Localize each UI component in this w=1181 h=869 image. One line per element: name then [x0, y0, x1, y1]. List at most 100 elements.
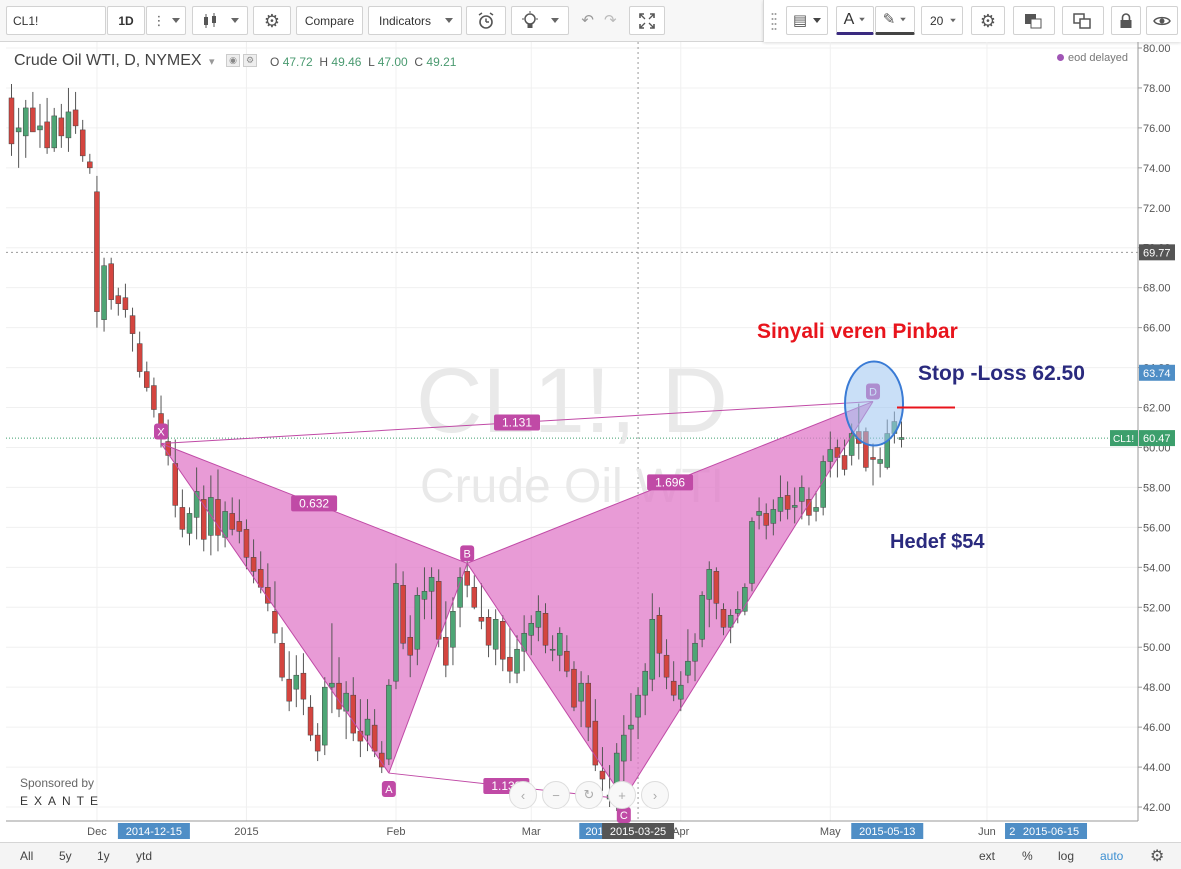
zoom-in-icon[interactable]: + [608, 781, 636, 809]
sponsor-name: EXANTE [20, 794, 105, 808]
candle-body [129, 315, 136, 334]
candle-body [435, 581, 442, 640]
x-axis-tag-label: 2015-03-25 [610, 826, 666, 838]
candle-body [172, 463, 179, 506]
ohlc-high-value: 49.46 [331, 55, 362, 69]
candle-body [286, 678, 292, 702]
candle-body [407, 636, 413, 656]
candle-body [65, 111, 72, 139]
price-tag-label: 63.74 [1143, 368, 1171, 380]
x-tick-label: Dec [87, 826, 107, 838]
candle-body [535, 611, 542, 628]
range-1y-button[interactable]: 1y [97, 849, 110, 863]
candle-body [827, 449, 834, 462]
candle-body [350, 694, 357, 734]
candle-body [8, 97, 15, 145]
chart-settings-icon[interactable]: ⚙ [1150, 846, 1164, 866]
candle-body [841, 455, 848, 470]
y-tick-label: 72.00 [1143, 203, 1171, 215]
candle-body [136, 343, 143, 372]
annotation-stop: Stop -Loss 62.50 [918, 362, 1085, 385]
scroll-left-icon[interactable]: ‹ [509, 781, 537, 809]
x-axis-tag-label: 2015-06-15 [1023, 826, 1079, 838]
symbol-legend[interactable]: Crude Oil WTI, D, NYMEX ▾ [14, 52, 215, 70]
log-scale-button[interactable]: log [1058, 849, 1074, 863]
candle-body [272, 611, 278, 634]
candle-body [236, 521, 243, 532]
candle-body [314, 734, 321, 752]
y-tick-label: 50.00 [1143, 642, 1171, 654]
candle-body [720, 609, 727, 628]
candle-body [250, 557, 257, 572]
candle-body [763, 513, 769, 526]
candle-body [692, 642, 698, 662]
range-all-button[interactable]: All [20, 849, 33, 863]
candle-body [179, 507, 186, 530]
eye-toggle-icon[interactable]: ◉ [226, 54, 240, 67]
y-tick-label: 80.00 [1143, 43, 1171, 55]
candle-body [635, 694, 641, 718]
candle-body [585, 682, 591, 728]
candle-body [79, 129, 86, 157]
ohlc-values: O 47.72 H 49.46 L 47.00 C 49.21 [270, 55, 456, 69]
candle-body [115, 295, 122, 304]
bottom-toolbar: All 5y 1y ytd ext % log auto ⚙ [0, 842, 1181, 869]
ohlc-high-key: H [319, 55, 329, 69]
y-tick-label: 56.00 [1143, 522, 1171, 534]
candle-body [791, 505, 798, 508]
auto-scale-button[interactable]: auto [1100, 849, 1123, 863]
price-chart[interactable]: CL1!, D Crude Oil WTI 0.6321.1331.6961.1… [0, 0, 1181, 869]
settings-small-icon[interactable]: ⚙ [243, 54, 257, 67]
ohlc-close-key: C [414, 55, 424, 69]
pattern-point-label: C [620, 810, 628, 822]
ratio-label: 1.696 [655, 475, 685, 489]
percent-scale-button[interactable]: % [1022, 849, 1033, 863]
ohlc-low-value: 47.00 [377, 55, 408, 69]
range-5y-button[interactable]: 5y [59, 849, 72, 863]
candle-body [94, 191, 100, 312]
candle-body [87, 161, 93, 169]
candle-body [393, 583, 399, 682]
candle-body [678, 684, 684, 700]
chart-navigation: ‹ − ↻ + › [509, 781, 669, 809]
candle-body [656, 615, 663, 654]
candle-body [386, 684, 392, 760]
price-tag-label: 60.47 [1143, 433, 1171, 445]
candle-body [450, 611, 456, 648]
candle-body [15, 127, 22, 133]
candle-body [685, 660, 691, 676]
candle-body [756, 511, 762, 516]
candle-body [599, 770, 606, 780]
price-axis: 42.00 44.00 46.00 48.00 50.00 52.00 54.00 56.00… [1110, 43, 1175, 814]
candle-body [443, 636, 449, 666]
candle-body [72, 109, 79, 127]
legend-buttons: ◉ ⚙ [226, 54, 257, 67]
pattern-point-label: A [385, 784, 393, 796]
candle-body [706, 569, 713, 600]
candle-body [151, 385, 157, 410]
candle-body [300, 672, 307, 700]
sponsor-block[interactable]: Sponsored by EXANTE [20, 776, 104, 808]
y-tick-label: 68.00 [1143, 283, 1171, 295]
legend-menu-icon[interactable]: ▾ [209, 56, 215, 68]
zoom-out-icon[interactable]: − [542, 781, 570, 809]
candle-body [549, 648, 556, 651]
y-tick-label: 52.00 [1143, 602, 1171, 614]
candle-body [848, 433, 855, 456]
y-tick-label: 58.00 [1143, 482, 1171, 494]
y-tick-label: 78.00 [1143, 83, 1171, 95]
extended-hours-button[interactable]: ext [979, 849, 995, 863]
y-tick-label: 76.00 [1143, 123, 1171, 135]
y-tick-label: 48.00 [1143, 682, 1171, 694]
candle-body [507, 656, 513, 672]
x-tick-label: Feb [386, 826, 405, 838]
candle-body [898, 437, 905, 440]
candle-body [749, 521, 755, 584]
y-tick-label: 74.00 [1143, 163, 1171, 175]
candle-body [421, 591, 428, 600]
candle-body [571, 668, 577, 708]
scroll-right-icon[interactable]: › [641, 781, 669, 809]
reset-icon[interactable]: ↻ [575, 781, 603, 809]
candle-body [870, 457, 876, 460]
range-ytd-button[interactable]: ytd [136, 849, 152, 863]
